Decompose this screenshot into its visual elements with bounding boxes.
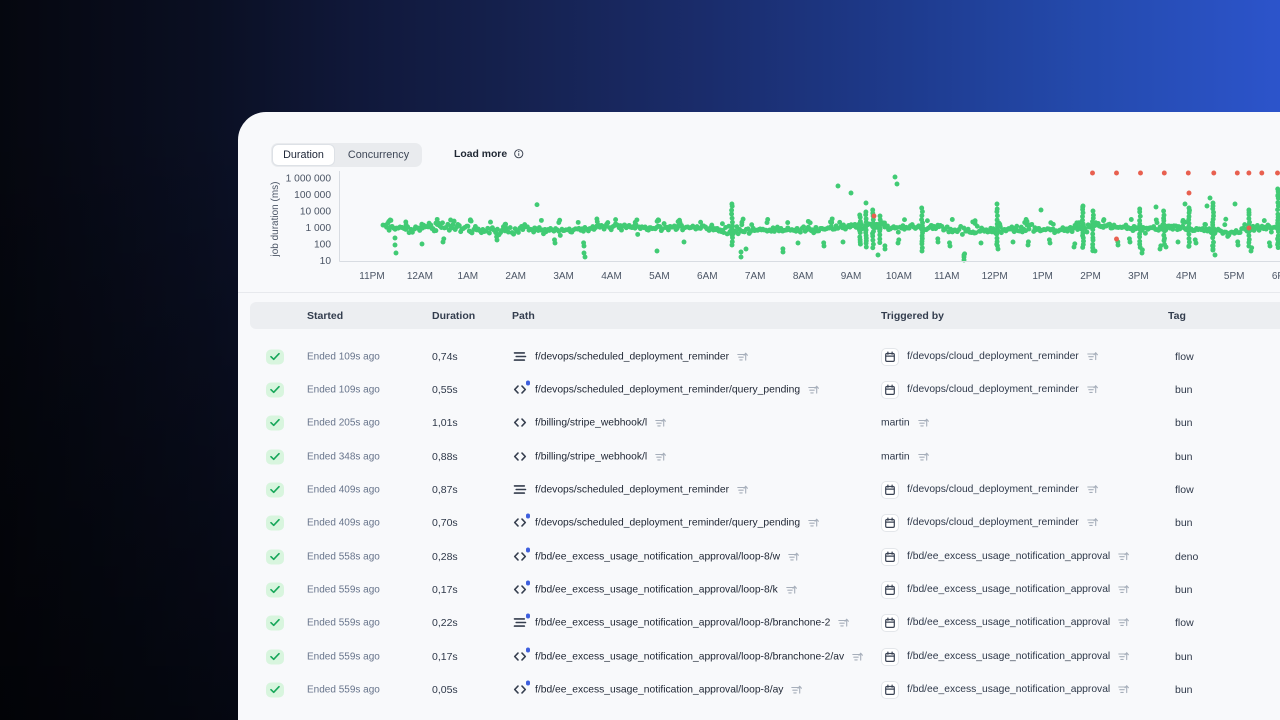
svg-text:2AM: 2AM — [505, 271, 526, 282]
svg-text:4AM: 4AM — [601, 271, 622, 282]
svg-text:job duration (ms): job duration (ms) — [270, 181, 281, 257]
svg-text:3PM: 3PM — [1128, 271, 1149, 282]
svg-text:2PM: 2PM — [1080, 271, 1101, 282]
svg-text:9AM: 9AM — [841, 271, 862, 282]
svg-text:8AM: 8AM — [793, 271, 814, 282]
svg-text:5PM: 5PM — [1224, 271, 1245, 282]
svg-text:3AM: 3AM — [553, 271, 574, 282]
svg-text:1 000: 1 000 — [306, 223, 332, 234]
svg-text:7AM: 7AM — [745, 271, 766, 282]
svg-text:11AM: 11AM — [934, 271, 959, 282]
svg-text:6PM: 6PM — [1272, 271, 1280, 282]
svg-text:10: 10 — [320, 256, 332, 267]
svg-text:100 000: 100 000 — [294, 190, 331, 201]
svg-text:1 000 000: 1 000 000 — [286, 173, 332, 184]
svg-text:12PM: 12PM — [982, 271, 1008, 282]
svg-text:4PM: 4PM — [1176, 271, 1197, 282]
svg-text:10AM: 10AM — [886, 271, 912, 282]
svg-text:1PM: 1PM — [1032, 271, 1053, 282]
svg-text:6AM: 6AM — [697, 271, 718, 282]
svg-text:5AM: 5AM — [649, 271, 670, 282]
svg-text:11PM: 11PM — [359, 271, 384, 282]
svg-text:100: 100 — [314, 240, 331, 251]
svg-text:10 000: 10 000 — [300, 207, 331, 218]
svg-text:12AM: 12AM — [407, 271, 433, 282]
svg-text:1AM: 1AM — [458, 271, 479, 282]
